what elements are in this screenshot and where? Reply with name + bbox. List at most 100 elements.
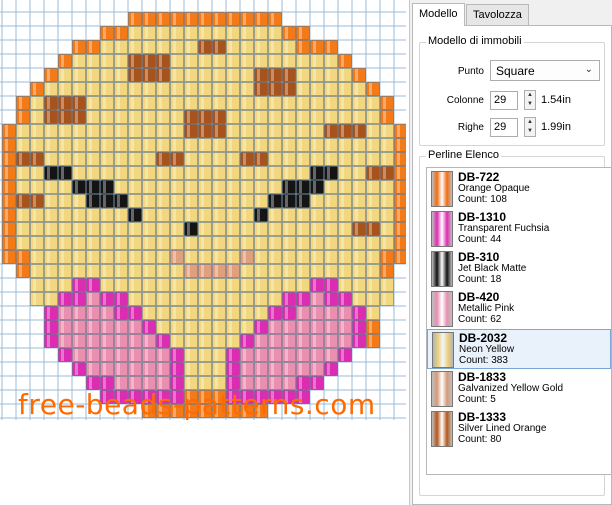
bead-cell[interactable] bbox=[254, 278, 268, 292]
bead-cell[interactable] bbox=[240, 152, 254, 166]
bead-cell[interactable] bbox=[394, 236, 407, 250]
bead-cell[interactable] bbox=[86, 194, 100, 208]
bead-cell[interactable] bbox=[114, 180, 128, 194]
spin-up-icon[interactable]: ▲ bbox=[525, 118, 535, 127]
bead-cell[interactable] bbox=[128, 236, 142, 250]
bead-list-item[interactable]: DB-1833 Galvanized Yellow Gold Count: 5 bbox=[427, 369, 611, 409]
bead-cell[interactable] bbox=[170, 40, 184, 54]
bead-cell[interactable] bbox=[128, 96, 142, 110]
bead-cell[interactable] bbox=[212, 320, 226, 334]
bead-cell[interactable] bbox=[198, 40, 212, 54]
bead-cell[interactable] bbox=[268, 166, 282, 180]
bead-cell[interactable] bbox=[352, 180, 366, 194]
bead-cell[interactable] bbox=[310, 138, 324, 152]
bead-cell[interactable] bbox=[156, 166, 170, 180]
tab-tavolozza[interactable]: Tavolozza bbox=[466, 4, 529, 25]
bead-cell[interactable] bbox=[170, 292, 184, 306]
bead-cell[interactable] bbox=[324, 250, 338, 264]
bead-cell[interactable] bbox=[226, 152, 240, 166]
bead-cell[interactable] bbox=[128, 40, 142, 54]
bead-cell[interactable] bbox=[86, 236, 100, 250]
bead-cell[interactable] bbox=[30, 82, 44, 96]
bead-cell[interactable] bbox=[86, 124, 100, 138]
bead-cell[interactable] bbox=[72, 250, 86, 264]
bead-cell[interactable] bbox=[394, 222, 407, 236]
bead-cell[interactable] bbox=[86, 110, 100, 124]
bead-cell[interactable] bbox=[366, 264, 380, 278]
bead-cell[interactable] bbox=[338, 82, 352, 96]
bead-cell[interactable] bbox=[100, 208, 114, 222]
bead-cell[interactable] bbox=[114, 320, 128, 334]
bead-cell[interactable] bbox=[226, 40, 240, 54]
bead-cell[interactable] bbox=[296, 320, 310, 334]
bead-cell[interactable] bbox=[254, 194, 268, 208]
bead-cell[interactable] bbox=[338, 222, 352, 236]
bead-cell[interactable] bbox=[114, 306, 128, 320]
bead-cell[interactable] bbox=[156, 306, 170, 320]
bead-cell[interactable] bbox=[268, 278, 282, 292]
bead-cell[interactable] bbox=[142, 362, 156, 376]
bead-cell[interactable] bbox=[254, 110, 268, 124]
bead-cell[interactable] bbox=[2, 236, 16, 250]
bead-cell[interactable] bbox=[212, 278, 226, 292]
bead-cell[interactable] bbox=[156, 334, 170, 348]
bead-cell[interactable] bbox=[212, 96, 226, 110]
bead-cell[interactable] bbox=[44, 152, 58, 166]
bead-cell[interactable] bbox=[72, 320, 86, 334]
bead-cell[interactable] bbox=[86, 208, 100, 222]
bead-cell[interactable] bbox=[128, 138, 142, 152]
bead-cell[interactable] bbox=[254, 82, 268, 96]
bead-cell[interactable] bbox=[268, 54, 282, 68]
bead-cell[interactable] bbox=[114, 278, 128, 292]
bead-cell[interactable] bbox=[268, 180, 282, 194]
bead-cell[interactable] bbox=[170, 306, 184, 320]
bead-cell[interactable] bbox=[198, 110, 212, 124]
bead-cell[interactable] bbox=[86, 278, 100, 292]
bead-cell[interactable] bbox=[212, 12, 226, 26]
bead-cell[interactable] bbox=[310, 348, 324, 362]
bead-cell[interactable] bbox=[198, 208, 212, 222]
bead-cell[interactable] bbox=[198, 334, 212, 348]
bead-cell[interactable] bbox=[324, 208, 338, 222]
bead-cell[interactable] bbox=[100, 278, 114, 292]
bead-cell[interactable] bbox=[296, 334, 310, 348]
bead-cell[interactable] bbox=[128, 12, 142, 26]
bead-cell[interactable] bbox=[380, 278, 394, 292]
bead-cell[interactable] bbox=[324, 82, 338, 96]
bead-cell[interactable] bbox=[156, 110, 170, 124]
bead-cell[interactable] bbox=[72, 222, 86, 236]
bead-cell[interactable] bbox=[156, 138, 170, 152]
bead-cell[interactable] bbox=[366, 250, 380, 264]
bead-cell[interactable] bbox=[366, 96, 380, 110]
bead-cell[interactable] bbox=[198, 194, 212, 208]
bead-cell[interactable] bbox=[226, 12, 240, 26]
bead-cell[interactable] bbox=[114, 138, 128, 152]
bead-cell[interactable] bbox=[128, 166, 142, 180]
bead-cell[interactable] bbox=[72, 348, 86, 362]
bead-cell[interactable] bbox=[282, 82, 296, 96]
bead-cell[interactable] bbox=[170, 208, 184, 222]
bead-cell[interactable] bbox=[2, 124, 16, 138]
bead-cell[interactable] bbox=[268, 110, 282, 124]
bead-cell[interactable] bbox=[254, 40, 268, 54]
bead-cell[interactable] bbox=[198, 124, 212, 138]
bead-cell[interactable] bbox=[240, 96, 254, 110]
bead-cell[interactable] bbox=[170, 264, 184, 278]
bead-cell[interactable] bbox=[44, 306, 58, 320]
bead-cell[interactable] bbox=[296, 82, 310, 96]
bead-cell[interactable] bbox=[86, 264, 100, 278]
bead-cell[interactable] bbox=[310, 124, 324, 138]
bead-cell[interactable] bbox=[128, 264, 142, 278]
bead-cell[interactable] bbox=[394, 124, 407, 138]
bead-cell[interactable] bbox=[268, 194, 282, 208]
bead-cell[interactable] bbox=[58, 96, 72, 110]
bead-cell[interactable] bbox=[254, 222, 268, 236]
bead-cell[interactable] bbox=[128, 362, 142, 376]
bead-cell[interactable] bbox=[114, 348, 128, 362]
bead-cell[interactable] bbox=[240, 166, 254, 180]
bead-cell[interactable] bbox=[226, 68, 240, 82]
bead-cell[interactable] bbox=[156, 278, 170, 292]
bead-cell[interactable] bbox=[240, 40, 254, 54]
bead-cell[interactable] bbox=[2, 250, 16, 264]
bead-cell[interactable] bbox=[72, 292, 86, 306]
